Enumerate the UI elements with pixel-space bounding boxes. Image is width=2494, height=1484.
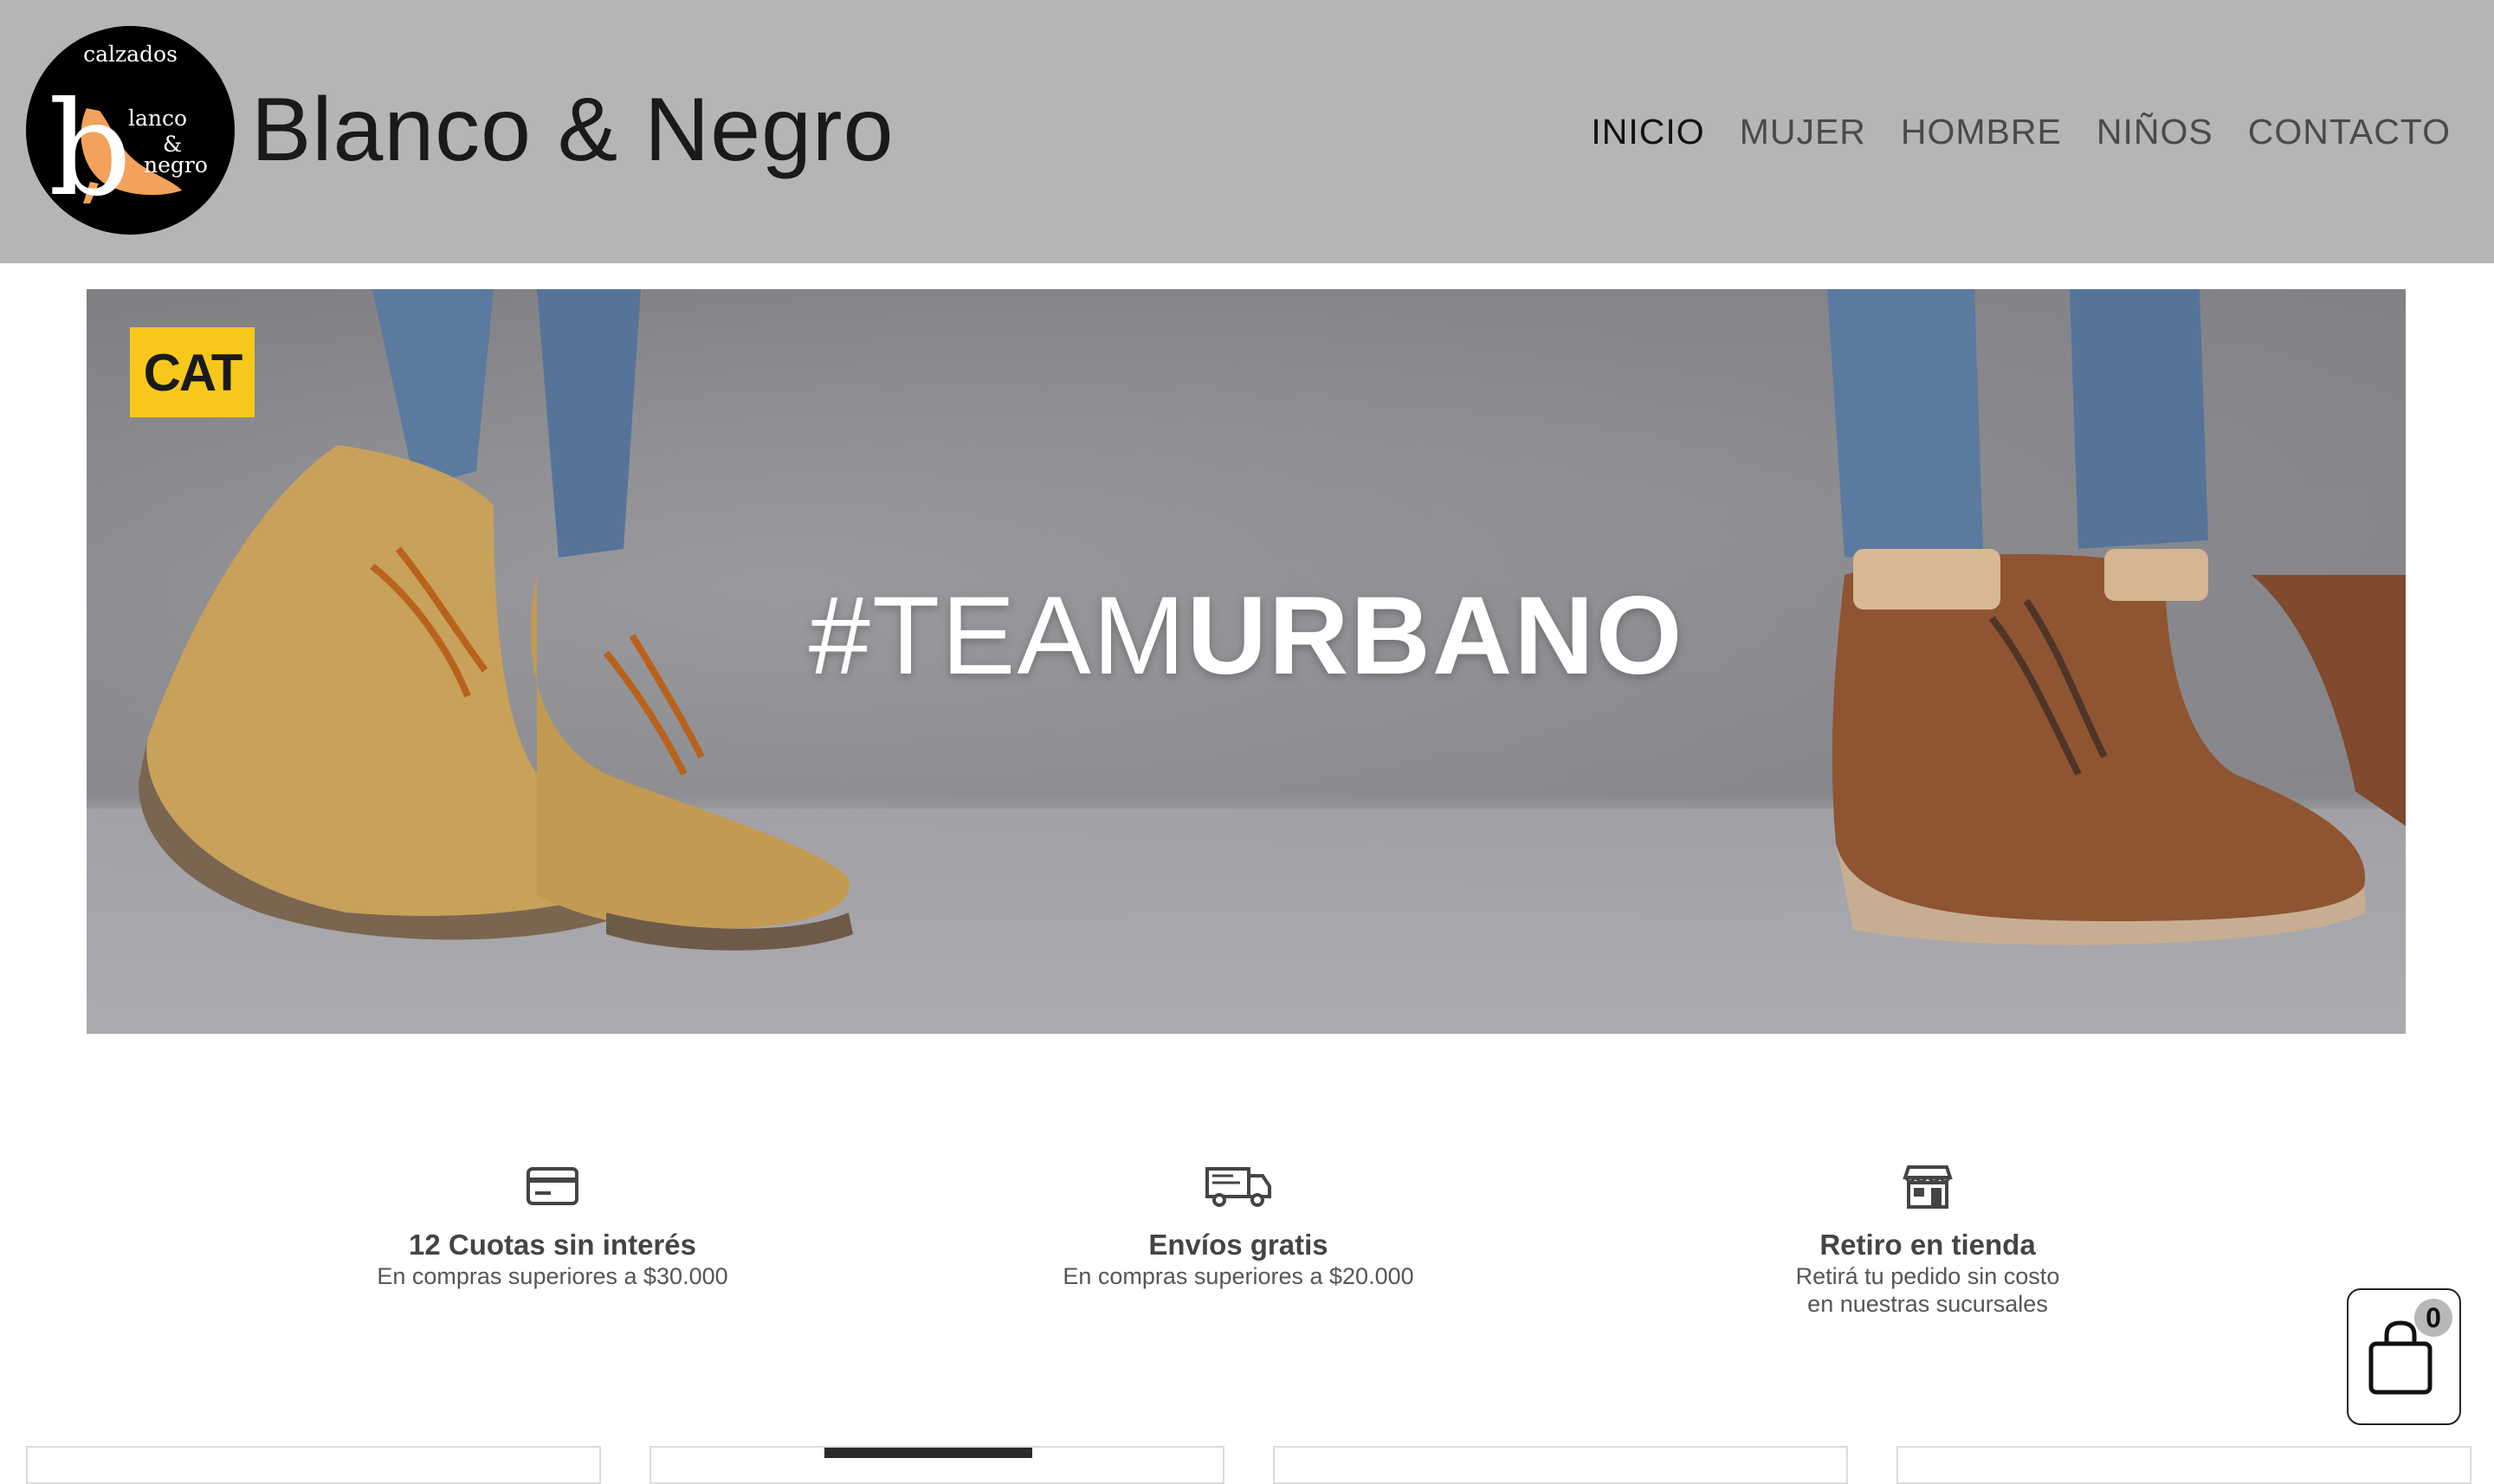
cat-brand-badge: CAT bbox=[130, 327, 255, 417]
feature-installments: 12 Cuotas sin interés En compras superio… bbox=[293, 1160, 812, 1290]
site-header: calzados b lanco & negro Blanco & Negro … bbox=[0, 0, 2494, 263]
nav-item-ninos[interactable]: NIÑOS bbox=[2097, 112, 2213, 152]
delivery-truck-icon bbox=[1205, 1167, 1271, 1207]
hero-headline-bold: URBANO bbox=[1186, 574, 1684, 698]
hero-banner[interactable]: CAT #TEAMURBANO bbox=[87, 289, 2406, 1034]
cart-count-badge: 0 bbox=[2414, 1299, 2452, 1337]
feature-free-shipping-subtitle: En compras superiores a $20.000 bbox=[1063, 1263, 1414, 1289]
nav-item-contacto[interactable]: CONTACTO bbox=[2248, 112, 2451, 152]
feature-store-pickup-title: Retiro en tienda bbox=[1819, 1229, 2036, 1261]
logo-line-1: lanco bbox=[128, 106, 188, 131]
feature-free-shipping: Envíos gratis En compras superiores a $2… bbox=[979, 1160, 1498, 1290]
product-image-strip bbox=[824, 1448, 1032, 1458]
hero-headline-light: #TEAM bbox=[808, 574, 1187, 698]
feature-store-pickup-subtitle-line1: Retirá tu pedido sin costo bbox=[1795, 1263, 2060, 1289]
logo-initial: b bbox=[48, 74, 132, 225]
product-card[interactable] bbox=[649, 1446, 1224, 1484]
product-card[interactable] bbox=[1896, 1446, 2471, 1484]
nav-item-hombre[interactable]: HOMBRE bbox=[1901, 112, 2062, 152]
feature-store-pickup: Retiro en tienda Retirá tu pedido sin co… bbox=[1668, 1160, 2187, 1318]
nav-item-inicio[interactable]: INICIO bbox=[1591, 112, 1704, 152]
feature-installments-title: 12 Cuotas sin interés bbox=[409, 1229, 696, 1261]
feature-free-shipping-title: Envíos gratis bbox=[1148, 1229, 1328, 1261]
logo-calzados-text: calzados bbox=[83, 42, 178, 67]
nav-item-mujer[interactable]: MUJER bbox=[1740, 112, 1866, 152]
cart-button[interactable]: 0 bbox=[2347, 1288, 2461, 1425]
hero-headline: #TEAMURBANO bbox=[87, 571, 2406, 701]
credit-card-icon bbox=[527, 1167, 578, 1205]
product-card[interactable] bbox=[26, 1446, 601, 1484]
feature-installments-subtitle: En compras superiores a $30.000 bbox=[377, 1263, 728, 1289]
main-nav: INICIO MUJER HOMBRE NIÑOS CONTACTO bbox=[1591, 110, 2451, 153]
feature-store-pickup-subtitle-line2: en nuestras sucursales bbox=[1807, 1291, 2048, 1317]
brand-name[interactable]: Blanco & Negro bbox=[251, 76, 894, 184]
store-icon bbox=[1903, 1165, 1953, 1209]
logo-line-3: negro bbox=[144, 152, 208, 177]
product-card[interactable] bbox=[1273, 1446, 1848, 1484]
brand-logo[interactable]: calzados b lanco & negro bbox=[26, 26, 235, 235]
